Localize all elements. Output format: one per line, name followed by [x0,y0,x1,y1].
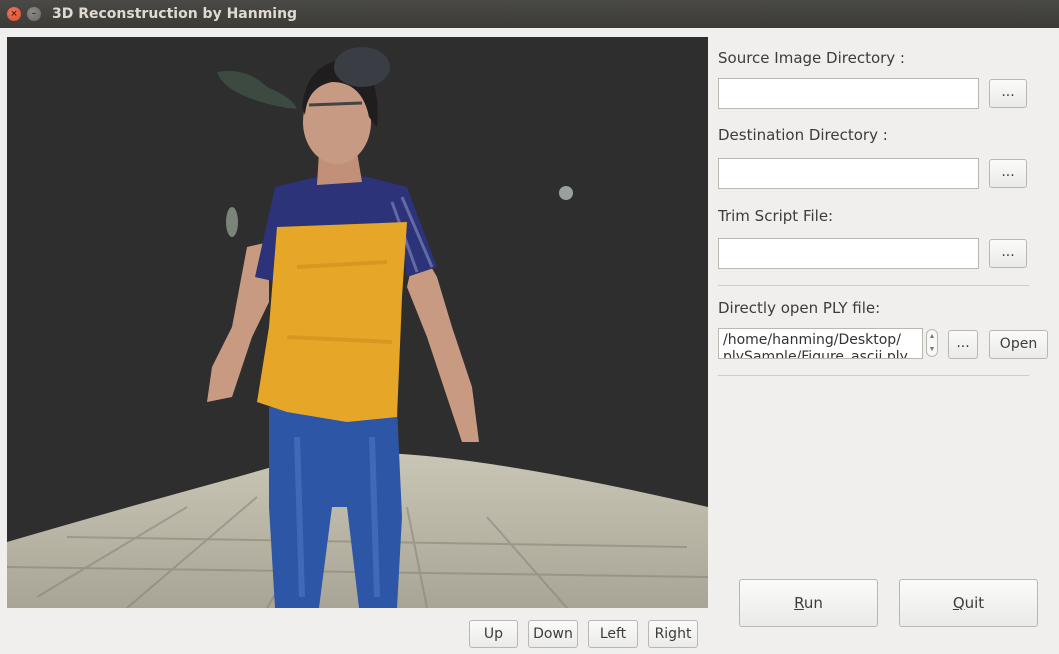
ply-path-field[interactable]: /home/hanming/Desktop/ plySample/Figure_… [718,328,923,359]
ply-path-spinner[interactable]: ▲ ▼ [926,329,938,357]
spin-down-icon[interactable]: ▼ [927,343,937,356]
source-dir-input[interactable] [718,78,979,109]
view-down-button[interactable]: Down [528,620,578,648]
source-dir-label: Source Image Directory : [718,49,905,67]
ply-browse-button[interactable]: ... [948,330,978,359]
view-up-button[interactable]: Up [469,620,518,648]
trim-script-input[interactable] [718,238,979,269]
trim-script-browse-button[interactable]: ... [989,239,1027,268]
dest-dir-browse-button[interactable]: ... [989,159,1027,188]
quit-mnemonic: Q [952,594,965,612]
spin-up-icon[interactable]: ▲ [927,330,937,343]
point-cloud-render [7,47,708,608]
view-right-button[interactable]: Right [648,620,698,648]
dest-dir-label: Destination Directory : [718,126,888,144]
divider [718,285,1029,286]
title-bar: × – 3D Reconstruction by Hanming [0,0,1059,28]
minimize-window-icon[interactable]: – [27,7,41,21]
debris-fragment [226,207,238,237]
close-window-icon[interactable]: × [7,7,21,21]
view-left-button[interactable]: Left [588,620,638,648]
run-button[interactable]: Run [739,579,878,627]
open-ply-button[interactable]: Open [989,330,1048,359]
run-mnemonic: R [794,594,804,612]
debris-fragment [559,186,573,200]
divider [718,375,1029,376]
source-dir-browse-button[interactable]: ... [989,79,1027,108]
figure-helmet [334,47,390,87]
dest-dir-input[interactable] [718,158,979,189]
3d-viewport[interactable] [7,37,708,608]
window-title: 3D Reconstruction by Hanming [52,6,298,22]
quit-button[interactable]: Quit [899,579,1038,627]
debris-fragment [217,71,297,109]
ply-file-label: Directly open PLY file: [718,299,881,317]
run-label-rest: un [803,594,823,612]
figure-shirt-yellow [257,222,407,422]
trim-script-label: Trim Script File: [718,207,834,225]
quit-label-rest: uit [964,594,985,612]
